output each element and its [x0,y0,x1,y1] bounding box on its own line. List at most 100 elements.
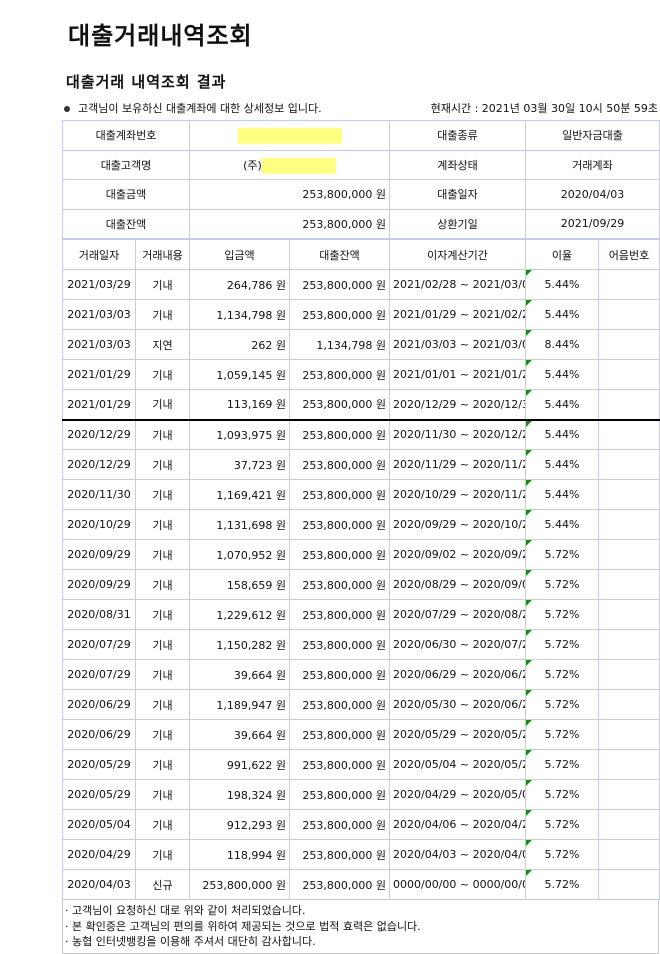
comment-marker-icon [526,360,532,366]
comment-marker-icon [526,390,532,396]
redacted-mask [261,158,336,173]
cell: 253,800,000 원 [289,779,390,810]
notice-line: · 고객님이 요청하신 대로 위와 같이 처리되었습니다. [65,904,306,917]
cell: 기내 [135,539,190,570]
cell: 5.72% [525,779,599,810]
cell: 1,070,952 원 [189,539,290,570]
cell: 5.72% [525,839,599,870]
cell [598,839,660,870]
info-line: 고객님이 보유하신 대출계좌에 대한 상세정보 입니다. 현재시간 : 2021… [64,100,658,116]
cell: 253,800,000 원 [289,839,390,870]
notice-box: · 고객님이 요청하신 대로 위와 같이 처리되었습니다. · 본 확인증은 고… [62,899,659,954]
balance-value: 253,800,000 원 [189,208,390,239]
comment-marker-icon [526,720,532,726]
rate-text: 8.44% [544,338,580,351]
rate-text: 5.72% [544,608,580,621]
cell: 2020/07/29 ~ 2020/08/28 [389,599,526,630]
rate-text: 5.72% [544,668,580,681]
cell: 신규 [135,869,190,900]
info-text: 고객님이 보유하신 대출계좌에 대한 상세정보 입니다. [78,102,322,115]
rate-text: 5.72% [544,848,580,861]
cell: 262 원 [189,329,290,360]
cell [598,359,660,390]
comment-marker-icon [526,630,532,636]
cell: 253,800,000 원 [289,479,390,510]
cell: 253,800,000 원 [289,539,390,570]
cell: 2020/05/29 ~ 2020/05/29 [389,719,526,750]
comment-marker-icon [526,570,532,576]
comment-marker-icon [526,600,532,606]
cell: 2020/05/29 [62,749,136,780]
cell: 5.44% [525,359,599,390]
comment-marker-icon [526,420,532,427]
cell: 2020/06/29 [62,689,136,720]
rate-text: 5.72% [544,578,580,591]
rate-text: 5.44% [544,488,580,501]
cell: 1,189,947 원 [189,689,290,720]
cell: 기내 [135,569,190,600]
cell: 2021/03/29 [62,269,136,300]
cell: 2020/12/29 [62,419,136,450]
loan-date-value: 2020/04/03 [525,179,660,210]
cell: 991,622 원 [189,749,290,780]
comment-marker-icon [526,870,532,876]
cell: 5.44% [525,389,599,421]
column-header: 거래일자 [62,239,136,270]
cell: 기내 [135,449,190,480]
cell: 기내 [135,809,190,840]
customer-value: (주) [189,149,390,180]
table-row: 2021/03/29 기내 264,786 원 253,800,000 원 2021/0… [62,269,660,300]
cell: 2021/03/03 [62,329,136,360]
table-row: 2020/05/04 기내 912,293 원 253,800,000 원 2020/0… [62,809,660,840]
page-title: 대출거래내역조회 [68,22,253,50]
loan-type-value: 일반자금대출 [525,120,660,151]
cell: 5.44% [525,479,599,510]
cell: 253,800,000 원 [189,869,290,900]
column-header: 대출잔액 [289,239,390,270]
table-row: 2020/08/31 기내 1,229,612 원 253,800,000 원 2020… [62,599,660,630]
table-row: 2020/07/29 기내 39,664 원 253,800,000 원 2020/06… [62,659,660,690]
comment-marker-icon [526,780,532,786]
rate-text: 5.72% [544,878,580,891]
cell: 5.72% [525,539,599,570]
cell [598,689,660,720]
table-row: 2020/05/29 기내 991,622 원 253,800,000 원 2020/0… [62,749,660,780]
cell: 253,800,000 원 [289,809,390,840]
cell: 5.72% [525,569,599,600]
cell: 1,059,145 원 [189,359,290,390]
cell: 5.72% [525,629,599,660]
table-row: 2021/03/03 지연 262 원 1,134,798 원 2021/03/03 ~… [62,329,660,360]
cell: 지연 [135,329,190,360]
cell: 2020/09/29 [62,569,136,600]
cell: 2021/01/01 ~ 2021/01/28 [389,359,526,390]
cell: 5.44% [525,299,599,330]
cell: 2020/04/06 ~ 2020/04/28 [389,809,526,840]
rate-text: 5.44% [544,428,580,442]
cell [598,779,660,810]
cell [598,479,660,510]
cell: 2020/05/04 ~ 2020/05/28 [389,749,526,780]
cell: 264,786 원 [189,269,290,300]
table-row: 2020/11/30 기내 1,169,421 원 253,800,000 원 2020… [62,479,660,510]
table-row: 2020/12/29 기내 37,723 원 253,800,000 원 2020/11… [62,449,660,480]
status-value: 거래계좌 [525,149,660,180]
cell: 기내 [135,269,190,300]
cell: 253,800,000 원 [289,299,390,330]
cell [598,629,660,660]
rate-text: 5.72% [544,728,580,741]
cell: 기내 [135,689,190,720]
cell: 2020/04/03 ~ 2020/04/05 [389,839,526,870]
cell: 2020/08/31 [62,599,136,630]
cell: 253,800,000 원 [289,359,390,390]
cell: 2020/06/29 ~ 2020/06/29 [389,659,526,690]
cell: 912,293 원 [189,809,290,840]
cell: 기내 [135,389,190,421]
amount-label: 대출금액 [62,179,190,210]
table-row: 2020/04/29 기내 118,994 원 253,800,000 원 2020/0… [62,839,660,870]
comment-marker-icon [526,510,532,516]
cell: 5.72% [525,689,599,720]
cell: 2020/06/29 [62,719,136,750]
cell: 2020/11/29 ~ 2020/11/29 [389,449,526,480]
table-row: 2021/01/29 기내 1,059,145 원 253,800,000 원 2021… [62,359,660,390]
cell [598,389,660,421]
